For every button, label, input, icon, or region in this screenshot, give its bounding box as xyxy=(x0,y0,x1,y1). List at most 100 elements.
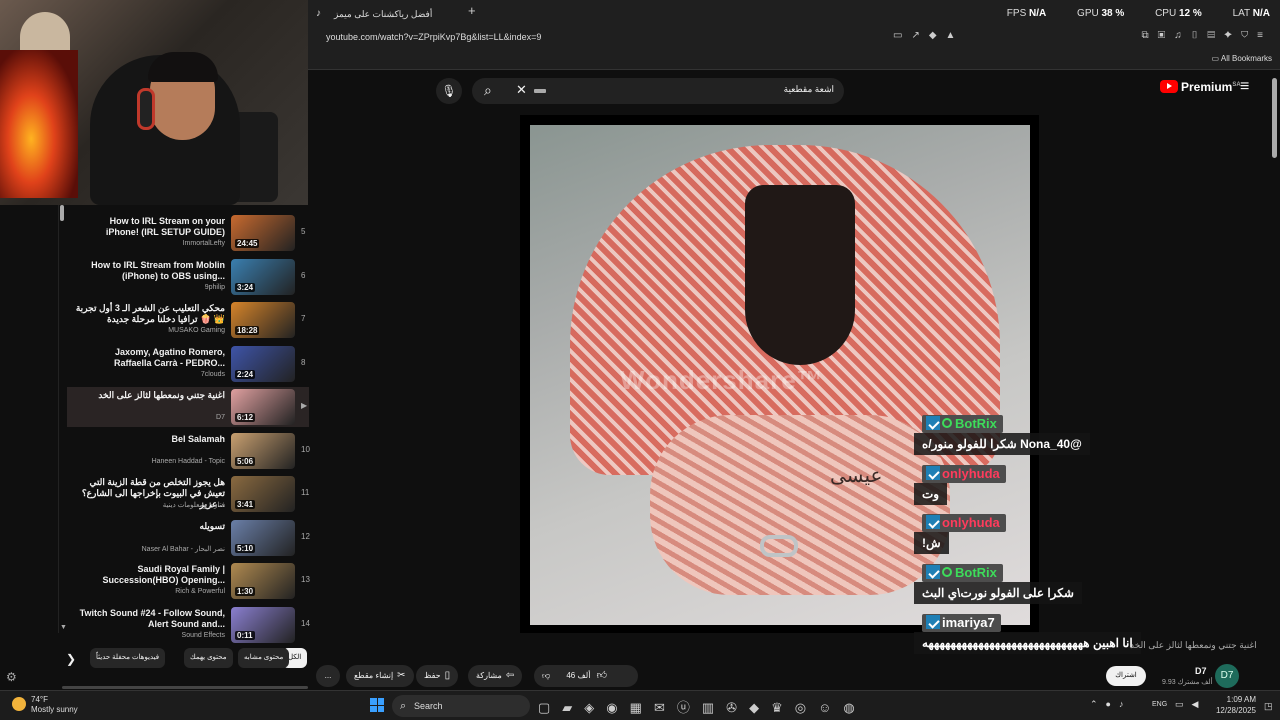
file-explorer-icon[interactable]: ▰ xyxy=(562,700,584,715)
channel-name[interactable]: D7 xyxy=(1195,666,1207,676)
search-icon: ⌕ xyxy=(400,700,407,712)
more-button[interactable]: ... xyxy=(316,665,340,687)
playlist-item[interactable]: 24:45 How to IRL Stream on your iPhone! (… xyxy=(67,213,309,253)
browser-tab[interactable]: ♪ أفضل رياكشنات على ميمز كوكسال بابا xyxy=(314,3,464,41)
alert-icon[interactable]: ▲ xyxy=(946,30,965,41)
save-button[interactable]: حفظ ▯ xyxy=(416,665,459,687)
playlist-item[interactable]: 6:12 اغنية جتني ونمعطها لثالز على الخد D7 ▶ xyxy=(67,387,309,427)
chrome-icon[interactable]: ◍ xyxy=(843,700,866,715)
now-playing-icon: ▶ xyxy=(301,401,308,410)
windows-start-icon[interactable] xyxy=(370,698,384,712)
discord-icon[interactable]: ☺ xyxy=(818,700,843,715)
task-view-icon[interactable]: ▢ xyxy=(538,700,562,715)
volume-icon[interactable]: ◀ xyxy=(1192,699,1207,709)
horizontal-scrollbar[interactable] xyxy=(62,686,308,689)
chip-1[interactable]: محتوى مشابه xyxy=(238,648,290,668)
playlist-item[interactable]: 18:28 محكي التعليب عن الشعر الـ 3 أول تجر… xyxy=(67,300,309,340)
mic-tray-icon[interactable]: ♪ xyxy=(1119,699,1132,709)
code-icon[interactable]: ▥ xyxy=(702,700,726,715)
wallet-icon[interactable]: ▤ xyxy=(1207,30,1224,41)
playlist-scrollbar[interactable] xyxy=(60,205,64,221)
playlist-item-title[interactable]: محكي التعليب عن الشعر الـ 3 أول تجربة تر… xyxy=(75,303,225,325)
playlist-item-title[interactable]: How to IRL Stream on your iPhone! (IRL S… xyxy=(75,216,225,238)
youtube-logo[interactable]: PremiumSA xyxy=(1160,80,1241,94)
playlist-item[interactable]: 5:10 تسويله Naser Al Bahar - نصر البحار 12 xyxy=(67,518,310,558)
subscribe-button[interactable]: اشتراك xyxy=(1106,666,1146,686)
gaming-icon[interactable]: ✇ xyxy=(726,700,749,715)
playlist-item[interactable]: 2:24 Jaxomy, Agatino Romero, Raffaella Ca… xyxy=(67,344,309,384)
brave-icon[interactable]: ♛ xyxy=(771,700,795,715)
bookmarks-bar: ▭ All Bookmarks xyxy=(308,48,1280,70)
playlist-item[interactable]: 5:06 Bel Salamah Haneen Haddad - Topic 10 xyxy=(67,431,310,471)
edge-icon[interactable]: ◉ xyxy=(606,700,629,715)
playlist-item-title[interactable]: اغنية جتني ونمعطها لثالز على الخد xyxy=(75,390,225,401)
music-icon[interactable]: ♫ xyxy=(1174,30,1191,41)
ai-icon[interactable]: ✦ xyxy=(1224,30,1241,41)
mail-icon[interactable]: ✉ xyxy=(654,700,677,715)
playlist-item-title[interactable]: Bel Salamah xyxy=(75,434,225,445)
duration-badge: 5:06 xyxy=(235,456,256,466)
network-app-icon[interactable]: ● xyxy=(1106,699,1119,709)
playlist-item[interactable]: 1:30 Saudi Royal Family | Succession(HBO)… xyxy=(67,561,310,601)
playlist-item[interactable]: 3:24 How to IRL Stream from Moblin (iPhon… xyxy=(67,257,309,297)
new-tab-button[interactable]: + xyxy=(468,3,476,18)
duration-badge: 1:30 xyxy=(235,587,256,596)
clock[interactable]: 1:09 AM 12/28/2025 xyxy=(1210,694,1256,716)
ring xyxy=(760,535,798,557)
mic-icon[interactable]: 🎙 xyxy=(436,78,462,104)
taskbar-search[interactable]: ⌕ Search xyxy=(392,695,530,717)
menu-icon[interactable]: ≡ xyxy=(1257,30,1272,41)
notification-icon[interactable]: ◳ xyxy=(1264,701,1273,712)
playlist-item-channel: 9philip xyxy=(204,283,225,291)
cast-icon[interactable]: ▭ xyxy=(893,30,911,41)
chat-text: انا اهبين هههههههههههههههههههههههههههههه xyxy=(914,632,1141,654)
settings-icon[interactable]: ⚙ xyxy=(6,670,17,684)
android-icon[interactable]: ◆ xyxy=(749,700,771,715)
playlist-item-title[interactable]: Saudi Royal Family | Succession(HBO) Ope… xyxy=(75,564,225,586)
extension-icon[interactable]: ⧉ xyxy=(1142,30,1158,41)
like-icon[interactable]: 👍︎ xyxy=(597,670,607,681)
search-input[interactable]: ⌕ ✕ اشعة مقطعية xyxy=(472,78,844,104)
language-indicator[interactable]: ENG xyxy=(1152,701,1167,708)
obs-icon[interactable]: ◎ xyxy=(795,700,818,715)
chip-2[interactable]: محتوى يهمك xyxy=(184,648,233,668)
store-icon[interactable]: ▦ xyxy=(630,700,654,715)
playlist-item[interactable]: 0:11 Twitch Sound #24 - Follow Sound, Ale… xyxy=(67,605,310,645)
playlist-item-channel: Rich & Powerful xyxy=(175,588,225,595)
playlist-panel: 24:45 How to IRL Stream on your iPhone! (… xyxy=(58,205,310,643)
playlist-item-title[interactable]: How to IRL Stream from Moblin (iPhone) t… xyxy=(75,260,225,282)
search-icon[interactable]: ⌕ xyxy=(484,82,492,99)
page-scrollbar[interactable] xyxy=(1272,78,1277,158)
keyboard-icon[interactable] xyxy=(534,89,546,93)
scroll-down-icon[interactable]: ▼ xyxy=(60,624,67,631)
avatar[interactable]: D7 xyxy=(1215,664,1239,688)
sidebar-icon[interactable]: ▯ xyxy=(1191,30,1208,41)
screenshot-icon[interactable]: ▣ xyxy=(1158,30,1175,41)
chevron-left-icon[interactable]: ❯ xyxy=(66,652,76,666)
playlist-item-title[interactable]: تسويله xyxy=(75,521,226,532)
hamburger-icon[interactable]: ≡ xyxy=(1240,78,1249,96)
chip-3[interactable]: فيديوهات محفلة حديثاً xyxy=(90,648,166,668)
clip-button[interactable]: إنشاء مقطع ✂ xyxy=(346,665,414,687)
share-icon[interactable]: ↗ xyxy=(911,30,928,41)
monitor-icon[interactable]: ▭ xyxy=(1175,699,1192,709)
weather-text: 74°F Mostly sunny xyxy=(31,695,78,714)
video-watermark: Wondershare™ xyxy=(620,365,824,395)
shield-icon[interactable]: ◆ xyxy=(929,30,946,41)
all-bookmarks[interactable]: ▭ All Bookmarks xyxy=(1212,54,1272,63)
playlist-index: 6 xyxy=(301,270,306,280)
close-icon[interactable]: ✕ xyxy=(516,82,527,98)
app-icon[interactable]: ⓤ xyxy=(677,700,702,715)
streamer-hair xyxy=(148,52,218,82)
vpn-icon[interactable]: ⛉ xyxy=(1241,30,1257,41)
playlist-item-title[interactable]: Jaxomy, Agatino Romero, Raffaella Carrà … xyxy=(75,347,225,369)
copilot-icon[interactable]: ◈ xyxy=(584,700,606,715)
url-field[interactable]: youtube.com/watch?v=ZPrpiKvp7Bg&list=LL&… xyxy=(326,32,541,42)
cpu-stat: CPU 12 % xyxy=(1155,8,1202,19)
chevron-up-icon[interactable]: ⌃ xyxy=(1090,699,1106,709)
dislike-icon[interactable]: 👎︎ xyxy=(542,671,550,680)
playlist-item[interactable]: 3:41 هل يجوز التخلص من قطة الزينة التي تع… xyxy=(67,474,309,514)
playlist-item-title[interactable]: Twitch Sound #24 - Follow Sound, Alert S… xyxy=(75,608,225,630)
share-button[interactable]: مشاركة ⇦ xyxy=(468,665,523,687)
chat-username: BotRix xyxy=(922,564,1003,582)
